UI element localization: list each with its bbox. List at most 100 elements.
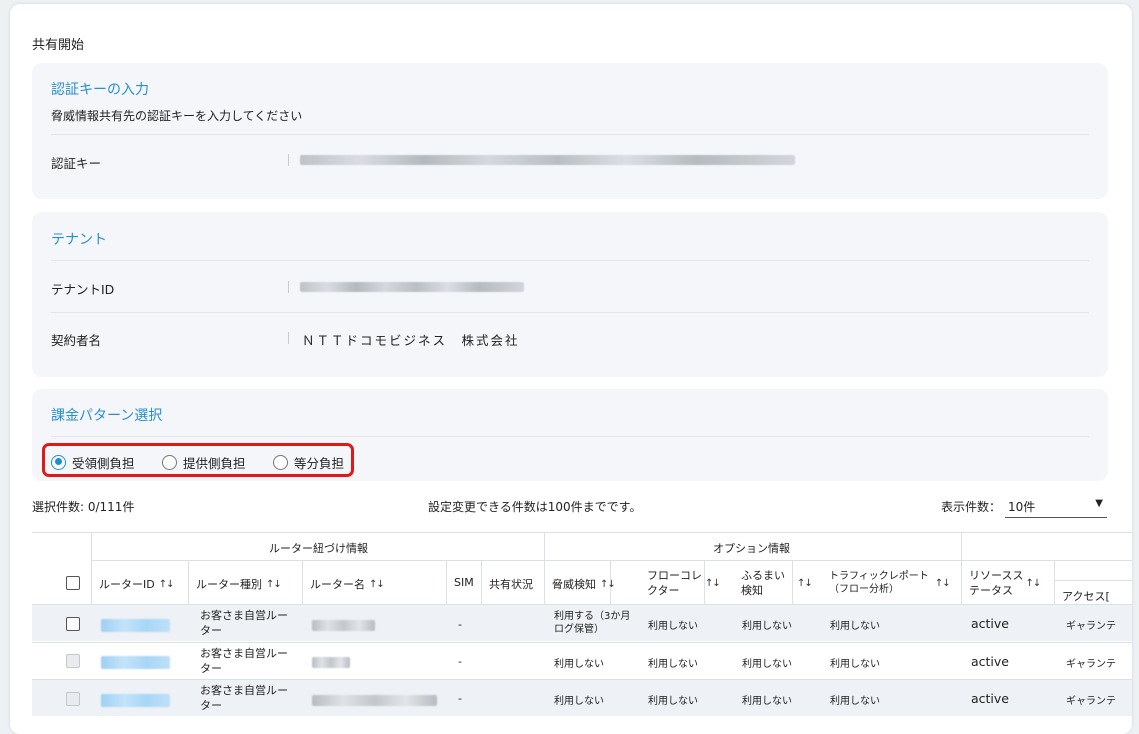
radio-unselected-icon bbox=[273, 454, 288, 470]
router-type-cell: お客さま自営ルー ター bbox=[200, 683, 288, 713]
router-name-redacted bbox=[312, 657, 350, 668]
divider bbox=[302, 560, 303, 604]
col-label: フローコレ bbox=[647, 569, 702, 582]
billing-radio-group: 受領側負担 提供側負担 等分負担 bbox=[42, 443, 354, 477]
col-label: 検知 bbox=[741, 584, 763, 597]
divider bbox=[1054, 580, 1132, 581]
tenant-section-title: テナント bbox=[51, 232, 107, 248]
router-name-redacted bbox=[312, 695, 437, 706]
col-header-router-id[interactable]: ルーターID ↑↓ bbox=[99, 576, 175, 592]
divider bbox=[961, 532, 962, 604]
sort-icon[interactable]: ↑↓ bbox=[797, 578, 813, 589]
radio-label: 提供側負担 bbox=[183, 455, 246, 471]
col-header-resource-status[interactable]: リソースステータス ↑↓ bbox=[969, 568, 1041, 598]
divider bbox=[288, 154, 289, 166]
page-title: 共有開始 bbox=[32, 38, 85, 53]
auth-key-section: 認証キーの入力 脅威情報共有先の認証キーを入力してください 認証キー bbox=[32, 63, 1108, 199]
select-all-checkbox[interactable] bbox=[66, 576, 80, 590]
router-id-link-redacted[interactable] bbox=[101, 694, 170, 707]
divider bbox=[51, 312, 1089, 313]
selected-count: 選択件数: 0/111件 bbox=[32, 500, 135, 514]
sort-icon[interactable]: ↑↓ bbox=[935, 578, 951, 589]
col-header-router-name[interactable]: ルーター名 ↑↓ bbox=[310, 576, 385, 592]
cell-text: ログ保管） bbox=[554, 624, 604, 635]
divider bbox=[188, 560, 189, 604]
threat-detect-cell: 利用しない bbox=[554, 659, 604, 670]
sort-icon[interactable]: ↑↓ bbox=[159, 579, 175, 590]
col-label: テータス bbox=[969, 584, 1013, 597]
router-id-link-redacted[interactable] bbox=[101, 656, 170, 669]
divider bbox=[51, 134, 1089, 135]
cell-text: お客さま自営ルー bbox=[200, 609, 288, 622]
col-header-router-type[interactable]: ルーター種別 ↑↓ bbox=[196, 576, 282, 592]
col-label: リソースス bbox=[969, 569, 1024, 582]
dropdown-caret-icon: ▼ bbox=[1095, 498, 1103, 509]
col-header-behavior-detect[interactable]: ふるまい検知 ↑↓ bbox=[741, 568, 819, 598]
cell-text: お客さま自営ルー bbox=[200, 684, 288, 697]
page-size-label: 表示件数： bbox=[941, 500, 1002, 514]
auth-key-value-redacted bbox=[300, 155, 795, 165]
cell-text: ター bbox=[200, 662, 222, 675]
contractor-label: 契約者名 bbox=[51, 333, 102, 348]
col-header-sim: SIM bbox=[454, 576, 474, 589]
divider bbox=[288, 281, 289, 293]
flow-collector-cell: 利用しない bbox=[648, 621, 698, 632]
divider bbox=[1054, 560, 1055, 604]
sort-icon[interactable]: ↑↓ bbox=[705, 578, 721, 589]
cell-text: お客さま自営ルー bbox=[200, 647, 288, 660]
radio-split-evenly[interactable]: 等分負担 bbox=[273, 454, 345, 471]
sort-icon[interactable]: ↑↓ bbox=[600, 579, 616, 590]
divider bbox=[91, 560, 1132, 561]
col-header-access: アクセス[ bbox=[1062, 590, 1110, 603]
col-label: ルーター名 bbox=[310, 578, 365, 591]
divider bbox=[51, 436, 1089, 437]
col-label: クター bbox=[647, 584, 680, 597]
divider bbox=[32, 532, 1132, 533]
page-size-select[interactable]: 10件 ▼ bbox=[1005, 494, 1107, 518]
col-header-share-status: 共有状況 bbox=[489, 578, 533, 591]
threat-detect-cell: 利用しない bbox=[554, 696, 604, 707]
tenant-section: テナント テナントID 契約者名 ＮＴＴドコモビジネス 株式会社 bbox=[32, 212, 1108, 377]
radio-label: 受領側負担 bbox=[72, 455, 135, 471]
sort-icon[interactable]: ↑↓ bbox=[266, 579, 282, 590]
resource-status-cell: active bbox=[971, 616, 1009, 631]
flow-collector-cell: 利用しない bbox=[648, 659, 698, 670]
threat-detect-cell: 利用する（3か月 ログ保管） bbox=[554, 610, 630, 636]
radio-selected-icon bbox=[51, 454, 66, 470]
router-table: ルーター紐づけ情報 オプション情報 ルーターID ↑↓ ルーター種別 ↑↓ ルーター… bbox=[32, 532, 1132, 732]
tenant-id-label: テナントID bbox=[51, 282, 115, 297]
behavior-cell: 利用しない bbox=[742, 696, 792, 707]
row-checkbox[interactable] bbox=[66, 617, 80, 631]
resource-status-cell: active bbox=[971, 691, 1009, 706]
col-header-threat-detect[interactable]: 脅威検知 ↑↓ bbox=[552, 576, 616, 592]
col-label: 脅威検知 bbox=[552, 578, 596, 591]
divider bbox=[51, 260, 1089, 261]
cell-text: 利用する（3か月 bbox=[554, 611, 631, 622]
sim-cell: - bbox=[458, 655, 462, 668]
cell-text: ター bbox=[200, 624, 222, 637]
col-label: ルーター種別 bbox=[196, 578, 262, 591]
sort-icon[interactable]: ↑↓ bbox=[369, 579, 385, 590]
col-label: （フロー分析） bbox=[829, 584, 899, 595]
col-header-flow-collector[interactable]: フローコレクター ↑↓ bbox=[647, 568, 731, 598]
share-start-card: 共有開始 認証キーの入力 脅威情報共有先の認証キーを入力してください 認証キー … bbox=[10, 4, 1132, 734]
sort-icon[interactable]: ↑↓ bbox=[1025, 578, 1041, 589]
col-label: ふるまい bbox=[741, 569, 785, 582]
billing-section-title: 課金パターン選択 bbox=[51, 408, 163, 424]
row-checkbox-disabled bbox=[66, 654, 80, 668]
router-type-cell: お客さま自営ルー ター bbox=[200, 608, 288, 638]
behavior-cell: 利用しない bbox=[742, 621, 792, 632]
traffic-cell: 利用しない bbox=[830, 696, 880, 707]
col-header-traffic-report[interactable]: トラフィックレポート （フロー分析） ↑↓ bbox=[829, 570, 951, 596]
router-id-link-redacted[interactable] bbox=[101, 619, 170, 632]
radio-label: 等分負担 bbox=[294, 455, 345, 471]
row-checkbox-disabled bbox=[66, 692, 80, 706]
behavior-cell: 利用しない bbox=[742, 659, 792, 670]
radio-receiver-pays[interactable]: 受領側負担 bbox=[51, 454, 135, 471]
auth-key-description: 脅威情報共有先の認証キーを入力してください bbox=[51, 109, 303, 123]
divider bbox=[481, 560, 482, 604]
divider bbox=[288, 332, 289, 344]
radio-provider-pays[interactable]: 提供側負担 bbox=[162, 454, 246, 471]
billing-pattern-section: 課金パターン選択 受領側負担 提供側負担 等分負担 bbox=[32, 389, 1108, 481]
divider bbox=[32, 642, 1132, 643]
